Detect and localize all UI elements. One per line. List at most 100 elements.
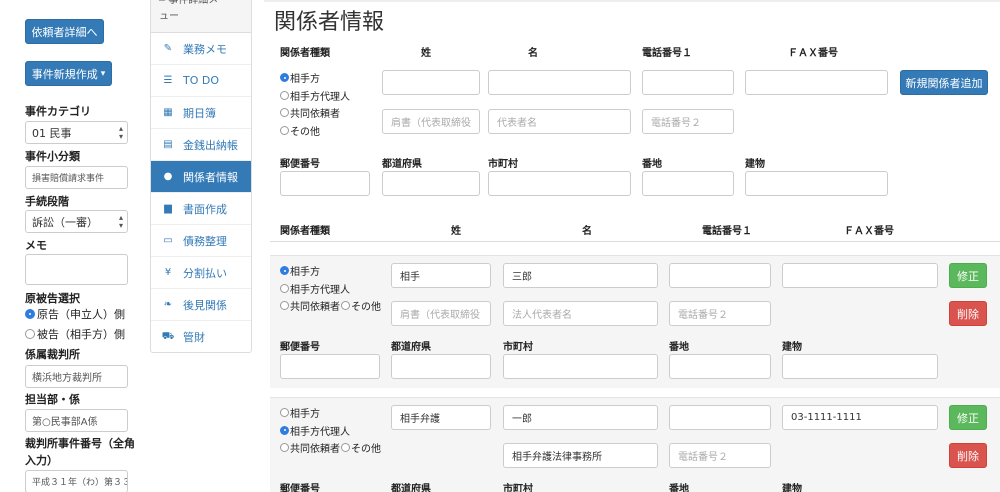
party-option-defendant[interactable]: 被告（相手方）側: [25, 326, 125, 342]
radio-selected-icon[interactable]: [25, 309, 35, 319]
new-building-input[interactable]: [745, 171, 888, 196]
record2-first-name-input[interactable]: 一郎: [503, 405, 658, 430]
new-phone1-input[interactable]: [642, 70, 734, 95]
radio-icon[interactable]: [280, 108, 289, 118]
radio-label: その他: [351, 444, 381, 456]
radio-other[interactable]: その他: [280, 122, 350, 140]
menu-item-bankruptcy[interactable]: ⛟ 管財: [151, 321, 251, 353]
record1-label-building: 建物: [782, 342, 802, 353]
case-category-label: 事件カテゴリ: [25, 105, 91, 118]
court-value: 横浜地方裁判所: [32, 373, 102, 384]
radio-icon[interactable]: [280, 283, 289, 293]
client-detail-button[interactable]: 依頼者詳細へ: [25, 19, 104, 44]
radio-opponent[interactable]: 相手方: [280, 69, 350, 87]
radio-icon[interactable]: [341, 301, 350, 311]
record1-last-name-input[interactable]: 相手: [391, 263, 491, 288]
record1-postal-input[interactable]: [280, 354, 380, 379]
record1-building-input[interactable]: [782, 354, 938, 379]
record1-delete-button[interactable]: 削除: [949, 301, 987, 326]
label-postal: 郵便番号: [280, 159, 320, 170]
menu-item-work-memo[interactable]: ✎ 業務メモ: [151, 33, 251, 65]
menu-item-guardianship[interactable]: ❧ 後見関係: [151, 289, 251, 321]
new-last-name-input[interactable]: [382, 70, 480, 95]
division-input[interactable]: 第○民事部A係: [25, 409, 128, 432]
radio-icon[interactable]: [280, 125, 289, 135]
list-header-last-name: 姓: [451, 226, 461, 237]
new-fax-input[interactable]: [745, 70, 888, 95]
radio-selected-icon[interactable]: [280, 266, 289, 276]
record2-type-radio-group: 相手方 相手方代理人 共同依頼者 その他: [280, 404, 381, 457]
case-subcategory-input[interactable]: 損害賠償請求事件: [25, 166, 128, 189]
new-postal-input[interactable]: [280, 171, 370, 196]
radio-co-client-other[interactable]: 共同依頼者 その他: [280, 297, 381, 315]
new-representative-input[interactable]: 代表者名: [488, 109, 631, 134]
record1-title-input[interactable]: 肩書（代表取締役: [391, 301, 491, 326]
menu-item-schedule[interactable]: ▦ 期日簿: [151, 97, 251, 129]
radio-icon[interactable]: [280, 408, 289, 418]
party-select-label: 原被告選択: [25, 292, 80, 305]
yen-icon: ¥: [164, 267, 172, 278]
record1-fax-input[interactable]: [782, 263, 938, 288]
radio-opponent-agent[interactable]: 相手方代理人: [280, 422, 381, 440]
case-number-input[interactable]: 平成３１年（わ）第３３: [25, 470, 128, 492]
new-first-name-input[interactable]: [488, 70, 631, 95]
menu-item-document[interactable]: ▆ 書面作成: [151, 193, 251, 225]
radio-co-client-other[interactable]: 共同依頼者 その他: [280, 439, 381, 457]
new-prefecture-input[interactable]: [382, 171, 480, 196]
menu-item-cashbook[interactable]: ▤ 金銭出納帳: [151, 129, 251, 161]
record2-last-name-input[interactable]: 相手弁護: [391, 405, 491, 430]
radio-selected-icon[interactable]: [280, 425, 289, 435]
record1-first-name-input[interactable]: 三郎: [503, 263, 658, 288]
record1-phone1-input[interactable]: [669, 263, 771, 288]
menu-item-debt[interactable]: ▭ 債務整理: [151, 225, 251, 257]
menu-item-todo[interactable]: ☰ TO DO: [151, 65, 251, 97]
radio-icon[interactable]: [280, 301, 289, 311]
new-case-button[interactable]: 事件新規作成 ▾: [25, 61, 112, 86]
record2-edit-button[interactable]: 修正: [949, 405, 987, 430]
label-street: 番地: [642, 159, 662, 170]
new-phone2-input[interactable]: 電話番号２: [642, 109, 734, 134]
record2-delete-button[interactable]: 削除: [949, 443, 987, 468]
record1-phone2-input[interactable]: 電話番号２: [669, 301, 771, 326]
radio-icon[interactable]: [280, 90, 289, 100]
add-related-party-button[interactable]: 新規関係者追加: [900, 70, 988, 95]
record1-street-input[interactable]: [669, 354, 771, 379]
radio-label: 相手方: [290, 409, 320, 421]
record1-label-city: 市町村: [503, 342, 533, 353]
procedure-stage-select[interactable]: 訴訟（一審） ▴ ▾: [25, 210, 128, 233]
radio-icon[interactable]: [280, 443, 289, 453]
menu-item-related-parties[interactable]: ● 関係者情報: [151, 161, 251, 193]
radio-icon[interactable]: [25, 329, 35, 339]
new-title-input[interactable]: 肩書（代表取締役: [382, 109, 480, 134]
case-category-value: 01 民事: [32, 126, 72, 140]
record2-phone2-input[interactable]: 電話番号２: [669, 443, 771, 468]
case-summary-panel: 依頼者詳細へ 事件新規作成 ▾ 事件カテゴリ 01 民事 ▴ ▾ 事件小分類 損害…: [0, 0, 140, 492]
radio-opponent-agent[interactable]: 相手方代理人: [280, 87, 350, 105]
radio-co-client[interactable]: 共同依頼者: [280, 104, 350, 122]
new-city-input[interactable]: [488, 171, 631, 196]
party-option-plaintiff[interactable]: 原告（申立人）側: [25, 306, 125, 322]
radio-opponent-agent[interactable]: 相手方代理人: [280, 280, 381, 298]
record1-city-input[interactable]: [503, 354, 658, 379]
record1-edit-button[interactable]: 修正: [949, 263, 987, 288]
record1-prefecture-input[interactable]: [391, 354, 491, 379]
record2-phone1-input[interactable]: [669, 405, 771, 430]
party-option-label: 被告（相手方）側: [37, 328, 125, 341]
case-category-select[interactable]: 01 民事 ▴ ▾: [25, 121, 128, 144]
case-subcategory-label: 事件小分類: [25, 150, 80, 163]
radio-opponent[interactable]: 相手方: [280, 404, 381, 422]
radio-opponent[interactable]: 相手方: [280, 262, 381, 280]
record1-representative-input[interactable]: 法人代表者名: [503, 301, 658, 326]
menu-header-text: ━ 事件詳細メ: [159, 0, 219, 6]
radio-icon[interactable]: [341, 443, 350, 453]
radio-selected-icon[interactable]: [280, 73, 289, 83]
record2-firm-name-input[interactable]: 相手弁護法律事務所: [503, 443, 658, 468]
menu-item-installments[interactable]: ¥ 分割払い: [151, 257, 251, 289]
label-city: 市町村: [488, 159, 518, 170]
case-subcategory-value: 損害賠償請求事件: [32, 174, 105, 184]
memo-textarea[interactable]: [25, 254, 128, 285]
record2-fax-input[interactable]: 03-1111-1111: [782, 405, 938, 430]
court-input[interactable]: 横浜地方裁判所: [25, 365, 128, 388]
case-number-label-cont: 入力）: [25, 454, 58, 467]
new-street-input[interactable]: [642, 171, 734, 196]
